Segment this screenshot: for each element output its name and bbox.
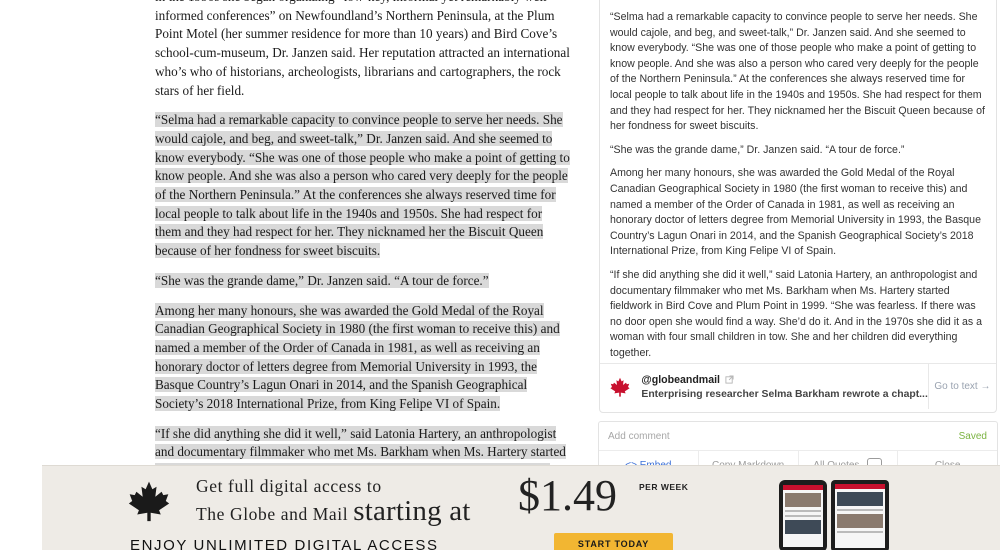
- highlighted-text[interactable]: “Selma had a remarkable capacity to conv…: [155, 112, 570, 259]
- ad-headline-line1: Get full digital access to: [196, 476, 382, 496]
- device-mockup-image: [779, 480, 939, 550]
- article-paragraph: in the 1990s she began organizing “low-k…: [155, 0, 570, 100]
- quote-paragraph: Among her many honours, she was awarded …: [610, 167, 981, 258]
- saved-status: Saved: [958, 431, 987, 442]
- quote-paragraph: “If she did anything she did it well,” s…: [610, 268, 983, 359]
- quote-paragraph: “She was the grande dame,” Dr. Janzen sa…: [610, 143, 905, 156]
- start-today-button[interactable]: START TODAY: [554, 533, 673, 550]
- tablet-mockup: [831, 480, 889, 550]
- article-paragraph: “She was the grande dame,” Dr. Janzen sa…: [155, 272, 570, 291]
- phone-mockup: [779, 480, 827, 550]
- go-to-text-button[interactable]: Go to text →: [927, 364, 996, 409]
- ad-cta-text: ENJOY UNLIMITED DIGITAL ACCESS: [130, 537, 439, 550]
- source-card[interactable]: @globeandmail Enterprising researcher Se…: [600, 363, 996, 409]
- quote-text: “Selma had a remarkable capacity to conv…: [600, 0, 996, 361]
- maple-leaf-icon: [600, 377, 639, 397]
- ad-price: $1.49: [518, 471, 617, 520]
- subscription-ad-banner[interactable]: Get full digital access to The Globe and…: [42, 465, 1000, 550]
- maple-leaf-icon: [128, 480, 170, 527]
- external-link-icon[interactable]: [725, 375, 734, 384]
- article-paragraph: Among her many honours, she was awarded …: [155, 302, 570, 414]
- article-paragraph-text: in the 1990s she began organizing “low-k…: [155, 0, 570, 98]
- ad-per-week: PER WEEK: [639, 482, 689, 492]
- source-handle: @globeandmail: [641, 374, 927, 386]
- highlighted-text[interactable]: “She was the grande dame,” Dr. Janzen sa…: [155, 272, 489, 288]
- quote-panel: “Selma had a remarkable capacity to conv…: [599, 0, 997, 413]
- highlighted-text[interactable]: Among her many honours, she was awarded …: [155, 302, 560, 412]
- comment-input[interactable]: Add comment: [608, 431, 670, 442]
- ad-headline-prefix: The Globe and Mail: [196, 504, 354, 524]
- source-handle-text: @globeandmail: [641, 373, 721, 386]
- article-paragraph: “Selma had a remarkable capacity to conv…: [155, 111, 570, 261]
- article-body: in the 1990s she began organizing “low-k…: [155, 0, 570, 529]
- quote-paragraph: “Selma had a remarkable capacity to conv…: [610, 11, 985, 133]
- source-title: Enterprising researcher Selma Barkham re…: [641, 388, 928, 400]
- ad-headline-emphasis: starting at: [353, 495, 471, 527]
- ad-headline-line2: The Globe and Mail starting at: [196, 495, 471, 528]
- source-info: @globeandmail Enterprising researcher Se…: [639, 374, 927, 400]
